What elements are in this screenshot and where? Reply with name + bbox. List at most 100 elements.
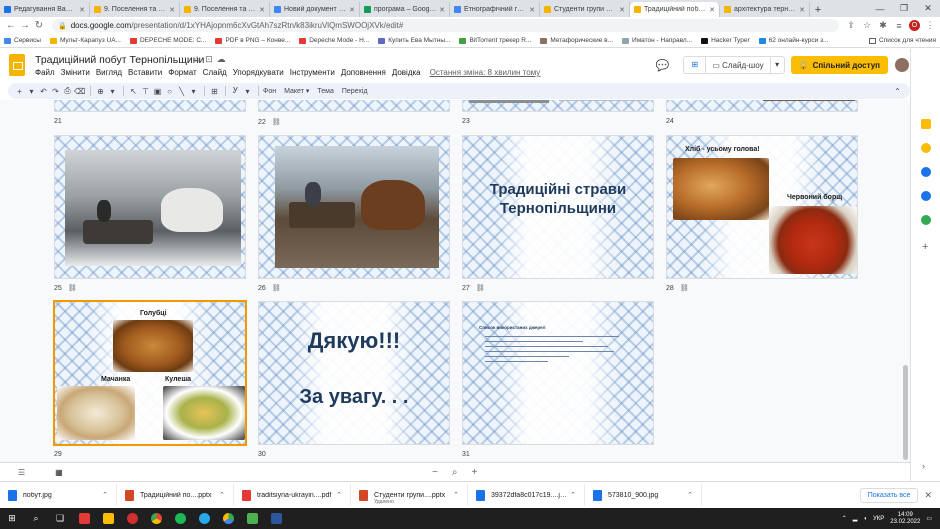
download-item[interactable]: побут.jpg ⌃ xyxy=(0,484,117,506)
slide-thumbnail-23[interactable] xyxy=(462,100,654,112)
grid-scrollbar[interactable] xyxy=(903,365,908,460)
close-downloads-icon[interactable]: ✕ xyxy=(924,490,932,501)
grid-view-icon[interactable]: ▦ xyxy=(55,468,63,477)
download-item[interactable]: Студенти групи....pptx ⌃ Удалено xyxy=(351,484,468,506)
slide-thumbnail-28[interactable]: Хліб - усьому голова! Червоний борщ xyxy=(666,135,858,279)
bookmark-item[interactable]: Depeche Mode - H... xyxy=(299,37,369,44)
slide-thumbnail-25[interactable] xyxy=(54,135,246,279)
slide-thumbnail-30[interactable]: Дякую!!! За увагу. . . xyxy=(258,301,450,445)
bookmark-item[interactable]: Метафорические в... xyxy=(540,37,613,44)
browser-tab[interactable]: Традиційний побут Т ✕ xyxy=(630,2,720,17)
telegram-icon[interactable] xyxy=(192,508,216,529)
forward-icon[interactable]: → xyxy=(18,20,32,31)
input-tools-icon[interactable]: Ꭹ xyxy=(230,86,241,96)
zoom-icon[interactable]: ⊕ xyxy=(95,87,106,96)
share-page-icon[interactable]: ⇪ xyxy=(845,20,857,31)
download-options-icon[interactable]: ⌃ xyxy=(687,491,693,499)
tab-close-icon[interactable]: ✕ xyxy=(169,6,175,14)
slideshow-dropdown-icon[interactable]: ▾ xyxy=(769,57,784,73)
task-view-icon[interactable]: ❏ xyxy=(48,508,72,529)
add-addon-icon[interactable]: + xyxy=(922,241,928,253)
filmstrip-view-icon[interactable]: ☰ xyxy=(18,468,25,477)
reload-icon[interactable]: ↻ xyxy=(32,20,46,31)
menu-item[interactable]: Формат xyxy=(168,68,196,77)
move-folder-icon[interactable]: ⊡ xyxy=(205,54,217,64)
close-window-icon[interactable]: ✕ xyxy=(916,3,940,14)
contacts-icon[interactable] xyxy=(921,191,931,201)
transition-button[interactable]: Перехід xyxy=(342,88,368,95)
back-icon[interactable]: ← xyxy=(4,20,18,31)
notifications-icon[interactable]: ▭ xyxy=(926,515,932,522)
media-app-icon[interactable] xyxy=(72,508,96,529)
collapse-toolbar-icon[interactable]: ⌃ xyxy=(892,87,903,96)
bookmark-item[interactable]: Иматон - Направл... xyxy=(622,37,692,44)
reading-list-icon[interactable]: ≡ xyxy=(893,21,905,31)
text-box-icon[interactable]: ⊤ xyxy=(140,87,151,96)
bookmark-item[interactable]: DEPECHE MODE: C... xyxy=(129,37,206,44)
star-icon[interactable]: ☆ xyxy=(861,20,873,31)
comments-icon[interactable]: 💬 xyxy=(656,59,670,72)
maximize-icon[interactable]: ❐ xyxy=(892,3,916,14)
share-button[interactable]: 🔒 Спільний доступ xyxy=(790,56,888,74)
slide-thumbnail-27[interactable]: Традиційні страви Тернопільщини xyxy=(462,135,654,279)
last-edit-link[interactable]: Остання зміна: 8 хвилин тому xyxy=(430,68,541,77)
menu-item[interactable]: Слайд xyxy=(203,68,227,77)
download-options-icon[interactable]: ⌃ xyxy=(102,491,108,499)
download-item[interactable]: traditsiyna-ukrayin....pdf ⌃ xyxy=(234,484,351,506)
show-all-downloads-button[interactable]: Показать все xyxy=(859,487,919,503)
menu-item[interactable]: Інструменти xyxy=(290,68,335,77)
browser-tab[interactable]: Редагування Вашого ✕ xyxy=(0,2,90,17)
tab-close-icon[interactable]: ✕ xyxy=(529,6,535,14)
browser-tab[interactable]: 9. Поселення та житло✕ xyxy=(90,2,180,17)
menu-item[interactable]: Упорядкувати xyxy=(233,68,284,77)
paint-format-icon[interactable]: ⌫ xyxy=(74,87,85,96)
dropdown-icon[interactable]: ▾ xyxy=(26,87,37,96)
undo-icon[interactable]: ↶ xyxy=(38,87,49,96)
bookmark-item[interactable]: Сервисы xyxy=(4,37,41,44)
bookmark-item[interactable]: PDF в PNG – Конве... xyxy=(215,37,290,44)
image-icon[interactable]: ▣ xyxy=(152,87,163,96)
slide-thumbnail-29[interactable]: Голубці Мачанка Кулеша xyxy=(53,300,247,446)
tab-close-icon[interactable]: ✕ xyxy=(709,6,715,14)
profile-avatar[interactable]: O xyxy=(909,20,920,31)
document-title[interactable]: Традиційний побут Тернопільщини xyxy=(35,54,204,66)
extensions-icon[interactable]: ✱ xyxy=(877,20,889,31)
photos-icon[interactable] xyxy=(240,508,264,529)
browser-tab[interactable]: Новий документ - Goo✕ xyxy=(270,2,360,17)
tab-close-icon[interactable]: ✕ xyxy=(79,6,85,14)
tab-close-icon[interactable]: ✕ xyxy=(619,6,625,14)
slides-logo-icon[interactable] xyxy=(9,54,25,76)
chrome-alt-icon[interactable] xyxy=(216,508,240,529)
browser-tab[interactable]: 9. Поселення та житло✕ xyxy=(180,2,270,17)
download-item[interactable]: 39372dfa8c017c19....jpg ⌃ xyxy=(468,484,585,506)
input-tools-dropdown-icon[interactable]: ▾ xyxy=(242,87,253,96)
reading-list[interactable]: Список для чтения xyxy=(869,37,936,44)
bookmark-item[interactable]: Купить Ева Мытны... xyxy=(378,37,450,44)
slide-thumbnail-22[interactable] xyxy=(258,100,450,112)
slide-thumbnail-26[interactable] xyxy=(258,135,450,279)
tab-close-icon[interactable]: ✕ xyxy=(259,6,265,14)
tray-arrow-icon[interactable]: ⌃ xyxy=(842,515,847,522)
slide-thumbnail-21[interactable] xyxy=(54,100,246,112)
new-tab-button[interactable]: + xyxy=(810,2,826,17)
zoom-out-icon[interactable]: − xyxy=(432,467,438,478)
start-menu-icon[interactable]: ⊞ xyxy=(0,508,24,529)
zoom-in-icon[interactable]: + xyxy=(471,467,477,478)
zoom-search-icon[interactable]: ⌕ xyxy=(452,467,458,478)
browser-tab[interactable]: програма – Google Д ✕ xyxy=(360,2,450,17)
browser-tab[interactable]: архітектура тернопіл ✕ xyxy=(720,2,810,17)
star-icon[interactable]: ☆ xyxy=(193,54,205,64)
select-icon[interactable]: ↖ xyxy=(128,87,139,96)
new-slide-icon[interactable]: + xyxy=(14,87,25,96)
line-icon[interactable]: ╲ xyxy=(176,87,187,96)
tab-close-icon[interactable]: ✕ xyxy=(799,6,805,14)
menu-item[interactable]: Вигляд xyxy=(96,68,122,77)
file-explorer-icon[interactable] xyxy=(96,508,120,529)
menu-dots-icon[interactable]: ⋮ xyxy=(924,20,936,31)
opera-icon[interactable] xyxy=(120,508,144,529)
bookmark-item[interactable]: Мульт-Карапуз UA... xyxy=(49,37,121,44)
calendar-icon[interactable] xyxy=(921,119,931,129)
download-options-icon[interactable]: ⌃ xyxy=(219,491,225,499)
search-icon[interactable]: ⌕ xyxy=(24,508,48,529)
slide-thumbnail-31[interactable]: Список використаних джерел xyxy=(462,301,654,445)
